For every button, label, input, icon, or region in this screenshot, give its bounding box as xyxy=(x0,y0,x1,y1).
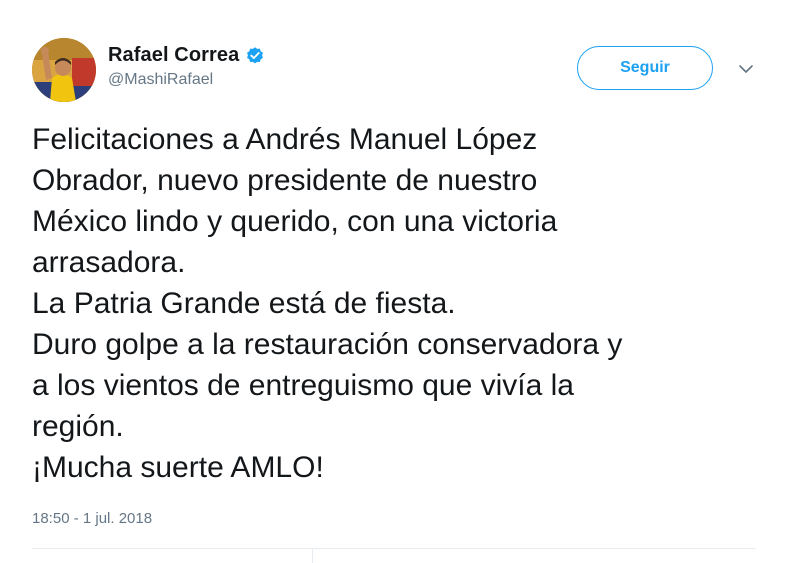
divider xyxy=(32,548,756,549)
follow-button[interactable]: Seguir xyxy=(577,46,713,90)
avatar[interactable] xyxy=(32,38,96,102)
tweet-timestamp[interactable]: 18:50 - 1 jul. 2018 xyxy=(32,510,152,527)
author-handle[interactable]: @MashiRafael xyxy=(108,71,265,89)
author-name-row: Rafael Correa xyxy=(108,44,265,67)
tweet-card: Rafael Correa @MashiRafael Seguir Felici… xyxy=(0,0,800,563)
action-bar-separator xyxy=(312,548,313,563)
author-info: Rafael Correa @MashiRafael xyxy=(108,44,265,89)
chevron-down-icon[interactable] xyxy=(738,62,754,74)
author-display-name[interactable]: Rafael Correa xyxy=(108,44,239,67)
tweet-text: Felicitaciones a Andrés Manuel López Obr… xyxy=(32,123,623,484)
profile-photo-image xyxy=(32,38,96,102)
verified-badge-icon xyxy=(245,46,265,66)
